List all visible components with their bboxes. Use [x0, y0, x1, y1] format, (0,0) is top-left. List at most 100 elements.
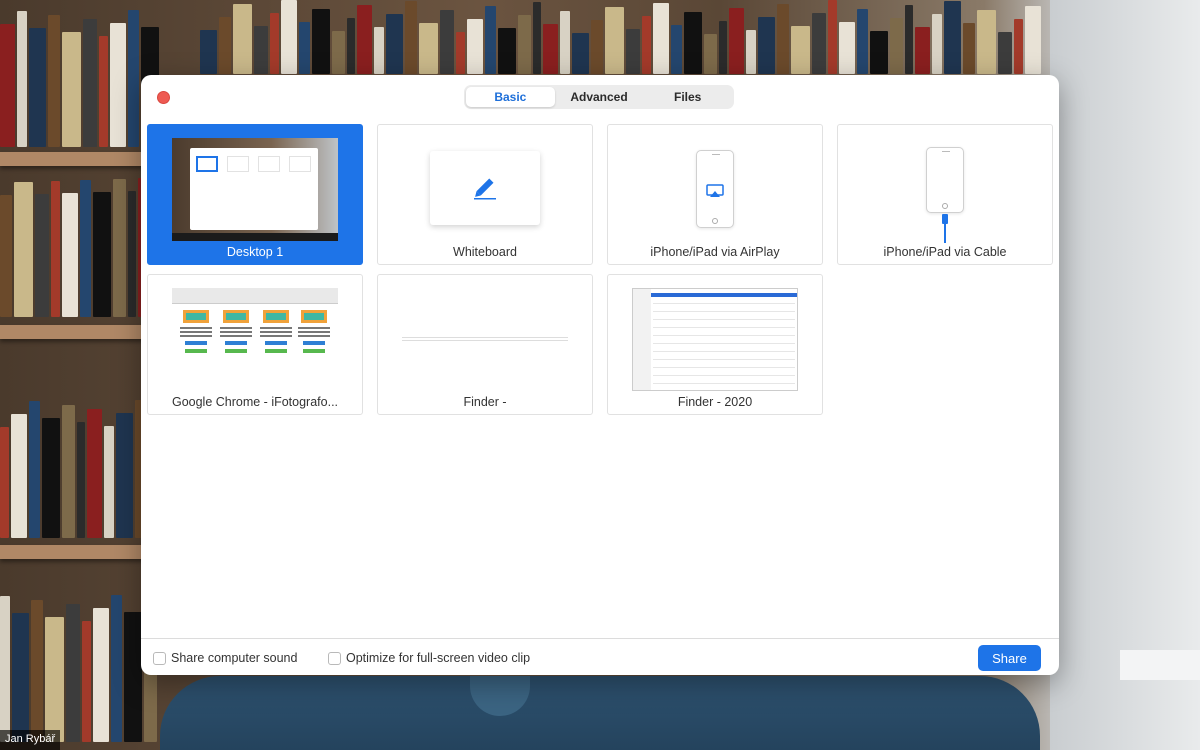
book — [14, 182, 33, 317]
book — [42, 418, 60, 538]
phone-preview — [696, 150, 734, 228]
share-option-finder-2020-window[interactable]: Finder - 2020 — [607, 274, 823, 415]
book — [332, 31, 345, 74]
share-option-airplay[interactable]: iPhone/iPad via AirPlay — [607, 124, 823, 265]
chrome-thumbnail — [172, 288, 338, 391]
book — [281, 0, 297, 74]
book — [254, 26, 268, 74]
share-option-whiteboard[interactable]: Whiteboard — [377, 124, 593, 265]
share-option-label: Finder - — [463, 395, 507, 409]
share-option-label: Whiteboard — [453, 245, 517, 259]
tab-basic[interactable]: Basic — [466, 87, 555, 107]
book — [233, 4, 252, 74]
book — [66, 604, 80, 742]
book — [110, 23, 126, 147]
participant-video — [160, 676, 1040, 750]
share-sound-checkbox[interactable] — [153, 651, 166, 665]
book — [312, 9, 330, 74]
share-screen-dialog: Basic Advanced Files Desktop 1 Whiteboar… — [141, 75, 1059, 675]
book — [29, 28, 46, 147]
window-sill — [1120, 650, 1200, 680]
book — [485, 6, 496, 74]
close-button[interactable] — [157, 91, 170, 104]
share-option-label: iPhone/iPad via Cable — [883, 245, 1007, 259]
book — [87, 409, 102, 538]
book — [758, 17, 775, 74]
share-option-finder-window[interactable]: Finder - — [377, 274, 593, 415]
book — [915, 27, 930, 74]
book — [219, 17, 231, 74]
book — [998, 32, 1012, 74]
book — [944, 1, 961, 74]
book — [128, 10, 139, 147]
share-option-desktop-1[interactable]: Desktop 1 — [147, 124, 363, 265]
book — [1025, 6, 1041, 74]
book — [93, 192, 111, 317]
book — [653, 3, 669, 74]
book — [543, 24, 558, 74]
share-sound-label: Share computer sound — [171, 651, 298, 665]
desktop-thumbnail — [172, 138, 338, 241]
book — [82, 621, 91, 742]
phone-preview — [926, 147, 964, 213]
book — [729, 8, 744, 74]
share-sound-option[interactable]: Share computer sound — [153, 651, 297, 665]
book — [498, 28, 516, 74]
book — [405, 1, 417, 74]
book — [116, 413, 133, 538]
book — [62, 405, 75, 538]
book — [29, 401, 40, 538]
finder-2020-thumbnail — [632, 288, 798, 391]
book — [791, 26, 810, 74]
tab-files[interactable]: Files — [643, 87, 732, 107]
book — [839, 22, 855, 74]
book — [299, 22, 310, 74]
share-option-label: Desktop 1 — [226, 245, 284, 259]
book — [357, 5, 372, 74]
book — [560, 11, 570, 74]
book — [31, 600, 43, 742]
book — [572, 33, 589, 74]
book — [386, 14, 403, 74]
optimize-video-checkbox[interactable] — [328, 651, 341, 665]
book — [932, 14, 942, 74]
book — [0, 596, 10, 742]
book — [777, 4, 789, 74]
book — [51, 181, 60, 317]
book — [857, 9, 868, 74]
window-wall — [1050, 0, 1200, 750]
book — [626, 29, 640, 74]
book — [0, 427, 9, 538]
book — [704, 34, 717, 74]
book — [456, 32, 465, 74]
book — [0, 195, 12, 317]
share-option-label: Finder - 2020 — [677, 395, 753, 409]
book — [99, 36, 108, 147]
optimize-video-option[interactable]: Optimize for full-screen video clip — [328, 651, 530, 665]
book — [113, 179, 126, 317]
book — [812, 13, 826, 74]
book — [671, 25, 682, 74]
book — [870, 31, 888, 74]
book — [642, 16, 651, 74]
share-option-chrome-window[interactable]: Google Chrome - iFotografo... — [147, 274, 363, 415]
book — [111, 595, 122, 742]
book — [591, 20, 603, 74]
book — [83, 19, 97, 147]
tab-advanced[interactable]: Advanced — [555, 87, 644, 107]
share-option-label: Google Chrome - iFotografo... — [171, 395, 339, 409]
share-button[interactable]: Share — [978, 645, 1041, 671]
book — [17, 11, 27, 147]
share-option-cable[interactable]: iPhone/iPad via Cable — [837, 124, 1053, 265]
book — [45, 617, 64, 742]
dialog-footer: Share computer sound Optimize for full-s… — [141, 638, 1059, 675]
book — [104, 426, 114, 538]
book — [890, 18, 903, 74]
book — [374, 27, 384, 74]
book — [93, 608, 109, 742]
book — [467, 19, 483, 74]
book — [11, 414, 27, 538]
book — [605, 7, 624, 74]
book — [1014, 19, 1023, 74]
optimize-video-label: Optimize for full-screen video clip — [346, 651, 531, 665]
